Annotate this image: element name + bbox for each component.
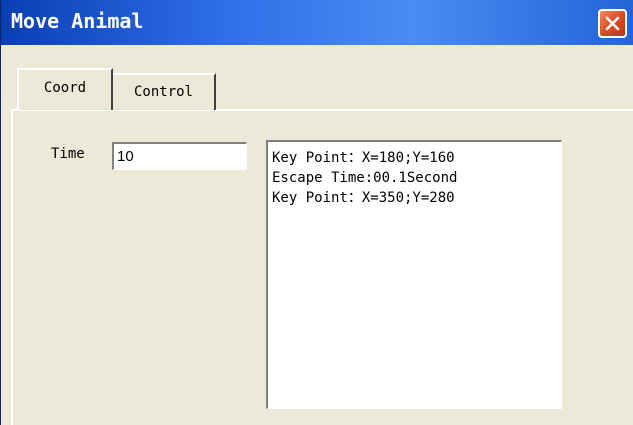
time-input[interactable] — [112, 142, 247, 170]
move-animal-window: Move Animal Coord Control Time Key Point… — [0, 0, 633, 425]
close-button[interactable] — [598, 9, 627, 38]
window-title: Move Animal — [11, 9, 144, 33]
log-line: Key Point：X=180;Y=160 — [272, 150, 455, 166]
title-bar[interactable]: Move Animal — [1, 0, 633, 45]
log-line: Escape Time:00.1Second — [272, 170, 458, 186]
tab-coord[interactable]: Coord — [17, 68, 113, 110]
tab-control[interactable]: Control — [112, 73, 216, 110]
time-label: Time — [51, 146, 85, 162]
log-line: Key Point：X=350;Y=280 — [272, 190, 455, 206]
close-icon — [605, 16, 620, 31]
log-textarea[interactable]: Key Point：X=180;Y=160 Escape Time:00.1Se… — [266, 140, 562, 409]
